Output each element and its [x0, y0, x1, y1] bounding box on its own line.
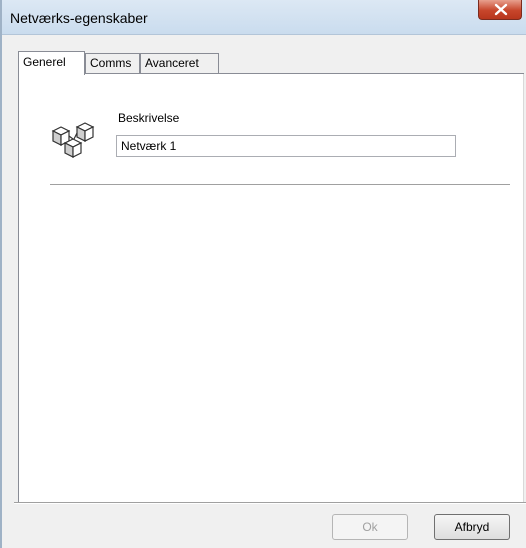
tab-comms-label: Comms: [90, 56, 132, 70]
tab-comms[interactable]: Comms: [85, 53, 140, 73]
network-icon: [50, 119, 98, 163]
tab-general[interactable]: Generel: [18, 51, 85, 75]
title-bar[interactable]: Netværks-egenskaber: [2, 0, 526, 35]
description-input[interactable]: [116, 135, 456, 157]
tab-general-label: Generel: [23, 55, 66, 69]
close-button[interactable]: [478, 0, 522, 20]
section-divider: [50, 184, 510, 186]
tab-advanced[interactable]: Avanceret: [140, 53, 219, 73]
tab-advanced-label: Avanceret: [145, 56, 199, 70]
button-separator: [14, 502, 526, 504]
ok-button[interactable]: Ok: [332, 514, 408, 540]
properties-dialog: Netværks-egenskaber Generel Comms Avance…: [0, 0, 526, 548]
close-icon: [494, 3, 508, 16]
cancel-button[interactable]: Afbryd: [434, 514, 510, 540]
window-title: Netværks-egenskaber: [10, 10, 148, 26]
description-label: Beskrivelse: [118, 111, 180, 125]
